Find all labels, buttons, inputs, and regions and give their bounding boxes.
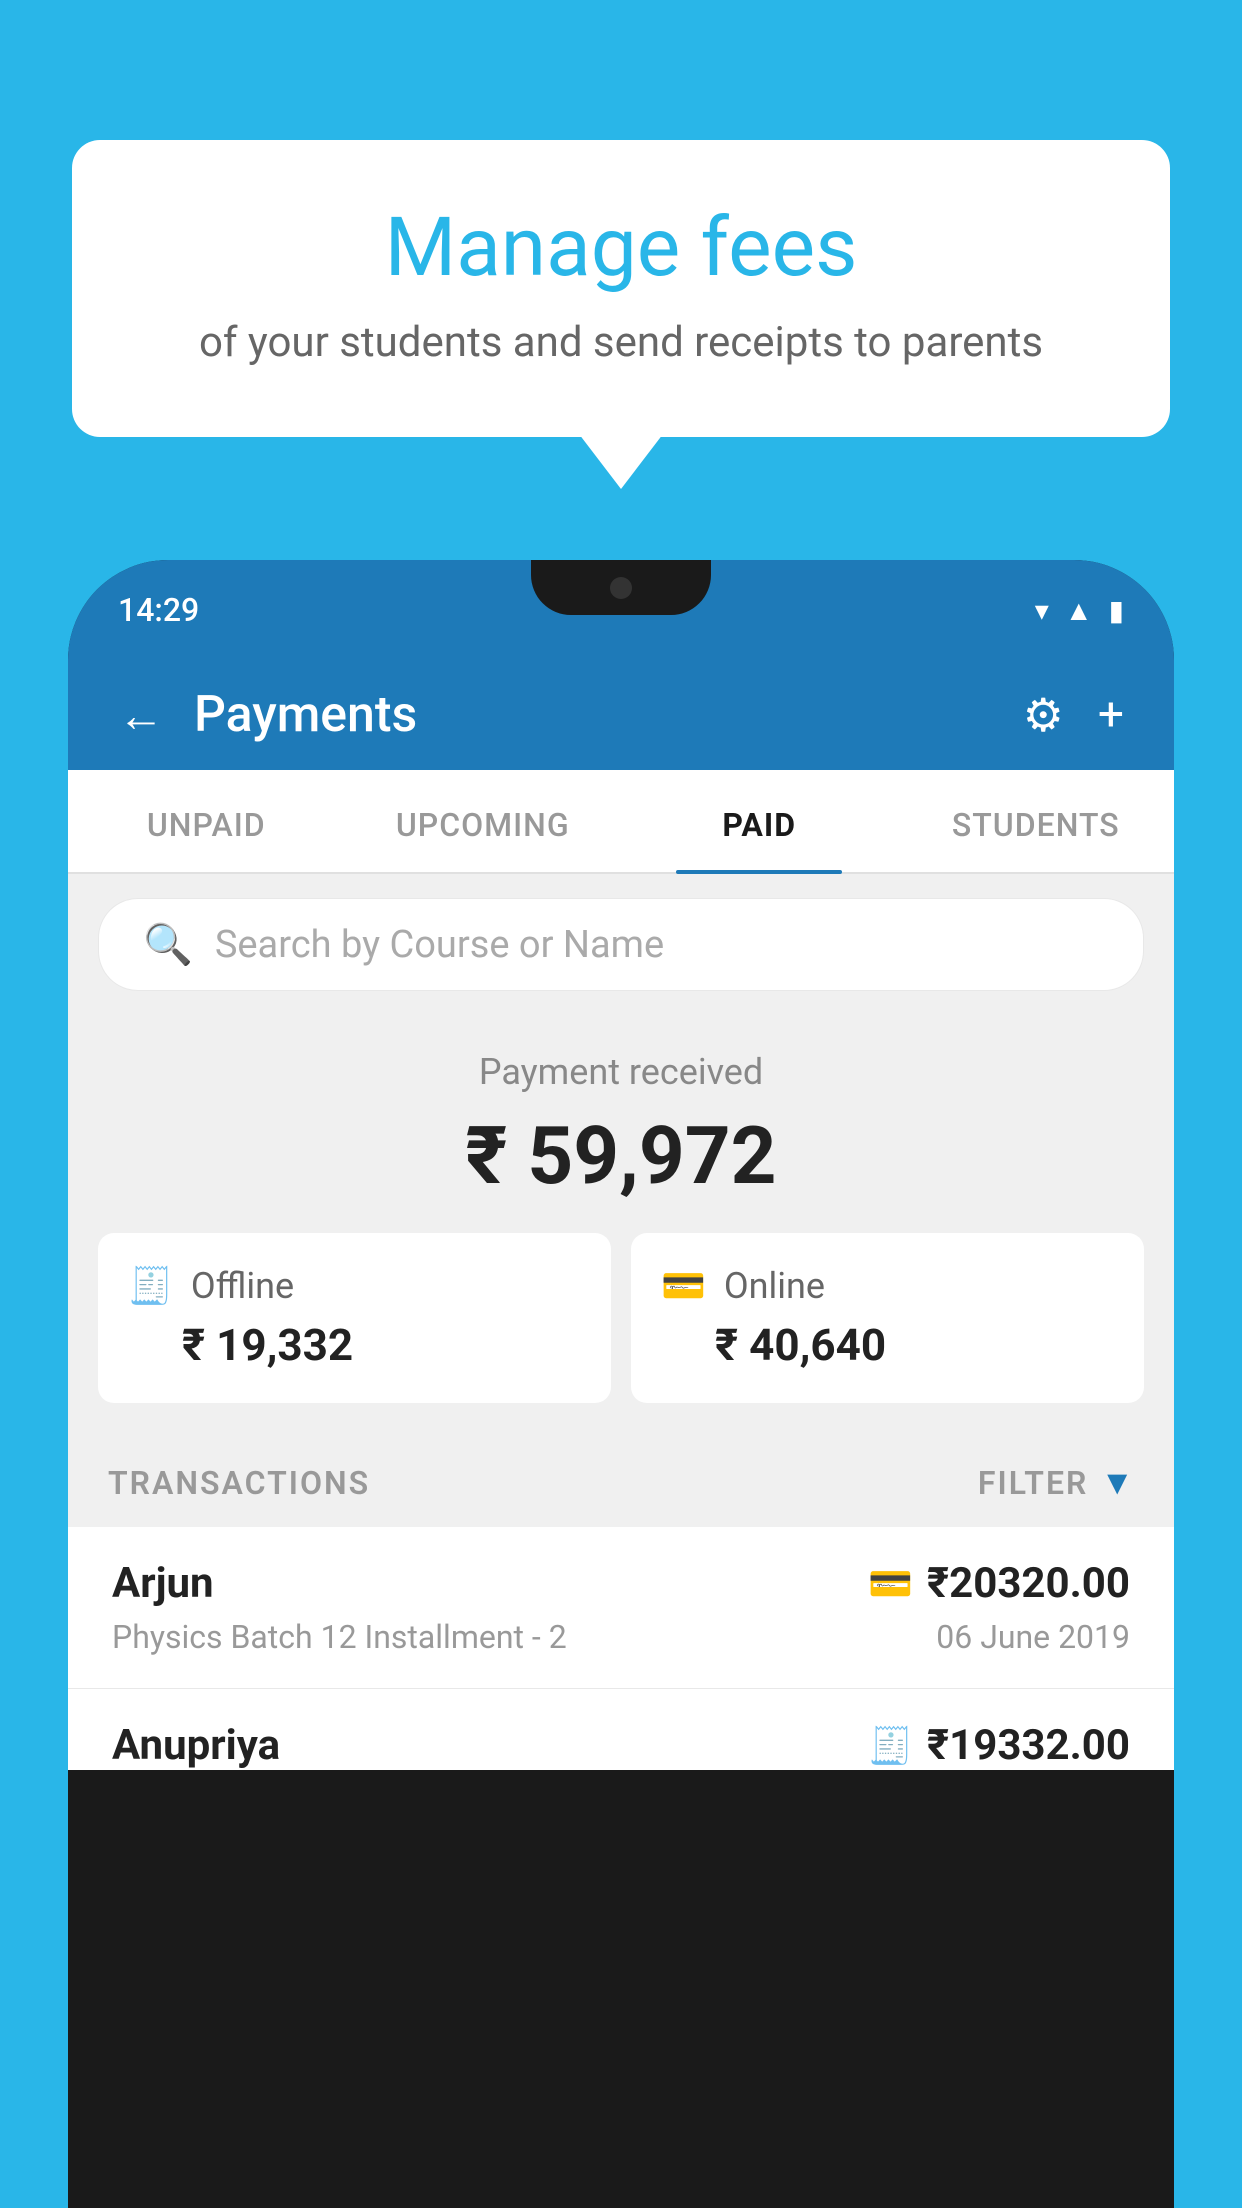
- status-bar: 14:29 ▾ ▲ ▮: [68, 560, 1174, 660]
- wifi-icon: ▾: [1035, 594, 1049, 627]
- header-icons: ⚙ +: [1023, 688, 1124, 743]
- offline-icon: 🧾: [128, 1265, 173, 1307]
- back-button[interactable]: ←: [118, 688, 164, 743]
- search-bar[interactable]: 🔍 Search by Course or Name: [98, 898, 1144, 991]
- search-icon: 🔍: [143, 921, 193, 968]
- settings-icon[interactable]: ⚙: [1023, 688, 1064, 743]
- transaction-amount: ₹20320.00: [927, 1559, 1130, 1608]
- phone-frame: 14:29 ▾ ▲ ▮ ← Payments ⚙ + UNPAID UPCOMI…: [68, 560, 1174, 2208]
- offline-label: Offline: [191, 1265, 294, 1307]
- signal-icon: ▲: [1065, 594, 1093, 627]
- offline-card-label-row: 🧾 Offline: [128, 1265, 581, 1307]
- tabs-bar: UNPAID UPCOMING PAID STUDENTS: [68, 770, 1174, 874]
- add-icon[interactable]: +: [1098, 688, 1124, 742]
- bubble-title: Manage fees: [142, 200, 1100, 296]
- transaction-amount-2: ₹19332.00: [927, 1721, 1130, 1770]
- tab-unpaid[interactable]: UNPAID: [68, 770, 345, 872]
- page-title: Payments: [194, 686, 993, 744]
- transaction-row[interactable]: Arjun 💳 ₹20320.00 Physics Batch 12 Insta…: [68, 1527, 1174, 1689]
- online-icon: 💳: [661, 1265, 706, 1307]
- payment-total-amount: ₹ 59,972: [98, 1109, 1144, 1203]
- transaction-amount-row-2: 🧾 ₹19332.00: [868, 1721, 1130, 1770]
- transaction-top-row-2: Anupriya 🧾 ₹19332.00: [112, 1721, 1130, 1770]
- tab-students[interactable]: STUDENTS: [898, 770, 1175, 872]
- online-label: Online: [724, 1265, 825, 1307]
- transactions-header: TRANSACTIONS FILTER ▼: [68, 1439, 1174, 1527]
- online-amount: ₹ 40,640: [661, 1319, 1114, 1371]
- payment-cards: 🧾 Offline ₹ 19,332 💳 Online ₹ 40,640: [98, 1233, 1144, 1403]
- speech-bubble: Manage fees of your students and send re…: [72, 140, 1170, 437]
- search-container: 🔍 Search by Course or Name: [68, 874, 1174, 1015]
- filter-icon[interactable]: ▼: [1100, 1463, 1134, 1503]
- notch: [531, 560, 711, 615]
- transactions-label: TRANSACTIONS: [108, 1464, 370, 1502]
- filter-label: FILTER: [978, 1464, 1088, 1502]
- status-time: 14:29: [118, 591, 199, 629]
- offline-card: 🧾 Offline ₹ 19,332: [98, 1233, 611, 1403]
- transaction-date: 06 June 2019: [936, 1618, 1130, 1656]
- transaction-name-2: Anupriya: [112, 1721, 280, 1770]
- transaction-bottom-row: Physics Batch 12 Installment - 2 06 June…: [112, 1618, 1130, 1656]
- transaction-top-row: Arjun 💳 ₹20320.00: [112, 1559, 1130, 1608]
- payment-summary: Payment received ₹ 59,972 🧾 Offline ₹ 19…: [68, 1015, 1174, 1439]
- offline-amount: ₹ 19,332: [128, 1319, 581, 1371]
- battery-icon: ▮: [1109, 594, 1124, 627]
- bubble-subtitle: of your students and send receipts to pa…: [142, 318, 1100, 367]
- transaction-type-icon: 💳: [868, 1563, 913, 1605]
- payment-received-label: Payment received: [98, 1051, 1144, 1093]
- online-card-label-row: 💳 Online: [661, 1265, 1114, 1307]
- transaction-amount-row: 💳 ₹20320.00: [868, 1559, 1130, 1608]
- camera: [610, 577, 632, 599]
- status-icons: ▾ ▲ ▮: [1035, 594, 1124, 627]
- transaction-row-partial[interactable]: Anupriya 🧾 ₹19332.00: [68, 1689, 1174, 1770]
- transaction-type-icon-2: 🧾: [868, 1725, 913, 1767]
- app-header: ← Payments ⚙ +: [68, 660, 1174, 770]
- transaction-desc: Physics Batch 12 Installment - 2: [112, 1618, 567, 1656]
- filter-container[interactable]: FILTER ▼: [978, 1463, 1134, 1503]
- online-card: 💳 Online ₹ 40,640: [631, 1233, 1144, 1403]
- search-input[interactable]: Search by Course or Name: [215, 923, 664, 967]
- transaction-name: Arjun: [112, 1559, 214, 1608]
- tab-upcoming[interactable]: UPCOMING: [345, 770, 622, 872]
- tab-paid[interactable]: PAID: [621, 770, 898, 872]
